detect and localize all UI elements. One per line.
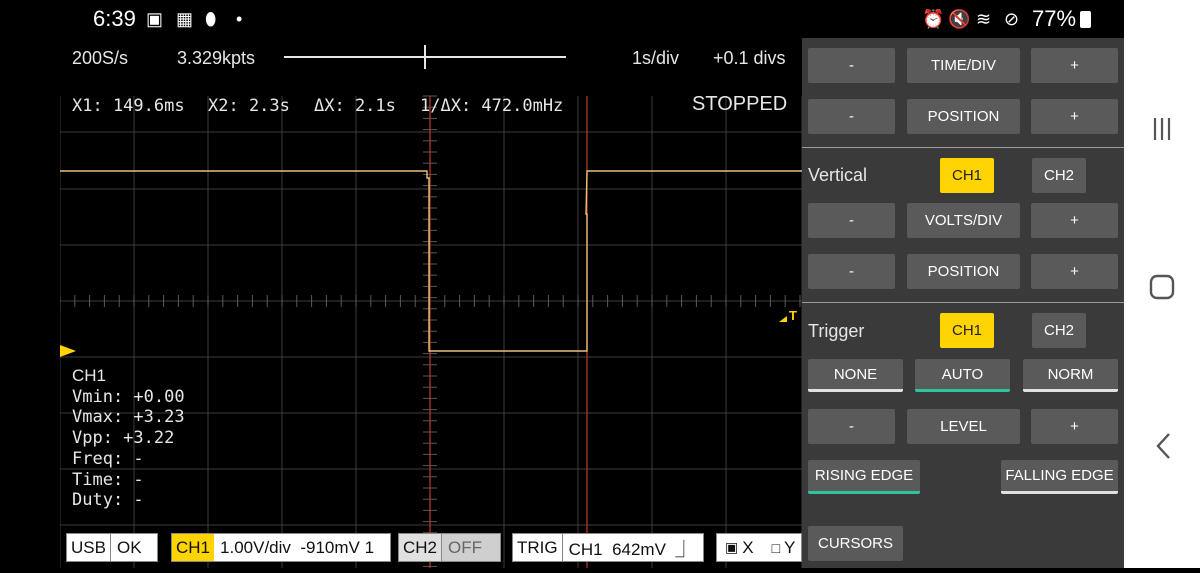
y-checkbox[interactable]: □ (772, 540, 780, 556)
dot-icon: • (236, 9, 243, 29)
trigger-mode-norm-button[interactable]: NORM (1023, 359, 1118, 392)
back-icon[interactable] (1156, 433, 1170, 459)
cursor-dx-readout: ΔX: 2.1s (314, 96, 396, 116)
h-position-button[interactable]: POSITION (907, 99, 1020, 134)
ch1-label: CH1 (172, 534, 215, 561)
y-label: Y (784, 537, 796, 557)
stylus-icon: ⬮ (205, 9, 217, 29)
position-readout: +0.1 divs (713, 48, 786, 68)
time-div-minus-button[interactable]: - (808, 48, 895, 83)
trigger-mode-auto-button[interactable]: AUTO (915, 359, 1010, 392)
calendar-icon: ▦ (176, 9, 194, 29)
trigger-marker-label: T (789, 308, 797, 323)
vpp-readout: Vpp: +3.22 (72, 428, 175, 449)
ch2-status[interactable]: CH2 OFF (398, 533, 501, 562)
divider (802, 302, 1124, 303)
freq-readout: Freq: - (72, 448, 144, 469)
divider (802, 147, 1124, 148)
status-bar: 6:39 ▣ ▦ ⬮ • ⏰ 🔇 ≋ ⊘ 77% (0, 0, 1124, 38)
time-div-readout: 1s/div (632, 48, 680, 68)
clock: 6:39 (93, 6, 136, 31)
ch1-status[interactable]: CH1 1.00V/div -910mV 1 (171, 533, 391, 562)
x-checkbox[interactable]: ▣ (725, 539, 738, 556)
battery-icon (1080, 11, 1091, 28)
time-readout: Time: - (72, 469, 144, 490)
ch2-value: OFF (448, 537, 483, 557)
recent-apps-icon[interactable] (1153, 118, 1171, 140)
vertical-ch1-button[interactable]: CH1 (940, 158, 994, 193)
trigger-arrow-icon (779, 316, 787, 322)
v-position-plus-button[interactable]: + (1031, 254, 1118, 289)
volts-div-minus-button[interactable]: - (808, 203, 895, 238)
level-button[interactable]: LEVEL (907, 409, 1020, 444)
scope-display[interactable]: 200S/s 3.329kpts 1s/div +0.1 divs X1: 14… (60, 38, 802, 568)
vmin-readout: Vmin: +0.00 (72, 386, 185, 407)
x-label: X (742, 537, 754, 557)
h-position-minus-button[interactable]: - (808, 99, 895, 134)
points-count: 3.329kpts (177, 48, 256, 68)
cursor-x2-readout: X2: 2.3s (208, 96, 290, 116)
trigger-ch1-button[interactable]: CH1 (940, 313, 994, 348)
usb-value: OK (116, 537, 142, 557)
control-panel: - TIME/DIV + - POSITION + Vertical CH1 C… (802, 38, 1124, 568)
mute-icon: 🔇 (948, 9, 971, 29)
run-state[interactable]: STOPPED (692, 93, 787, 116)
vmax-readout: Vmax: +3.23 (72, 407, 185, 428)
ch1-trace (60, 170, 802, 352)
time-div-button[interactable]: TIME/DIV (907, 48, 1020, 83)
rising-edge-button[interactable]: RISING EDGE (808, 460, 920, 494)
image-icon: ▣ (146, 9, 164, 29)
volts-div-button[interactable]: VOLTS/DIV (907, 203, 1020, 238)
ch2-label: CH2 (399, 534, 443, 561)
trig-label: TRIG (513, 534, 563, 561)
ch1-level-marker[interactable] (60, 345, 76, 357)
level-plus-button[interactable]: + (1031, 409, 1118, 444)
h-position-plus-button[interactable]: + (1031, 99, 1118, 134)
v-position-minus-button[interactable]: - (808, 254, 895, 289)
cursor-x1-readout: X1: 149.6ms (72, 96, 185, 116)
measurements-panel: CH1 Vmin: +0.00 Vmax: +3.23 Vpp: +3.22 F… (72, 366, 185, 511)
usb-label: USB (67, 534, 111, 561)
measurements-channel: CH1 (72, 366, 107, 385)
level-minus-button[interactable]: - (808, 409, 895, 444)
duty-readout: Duty: - (72, 490, 144, 511)
v-position-button[interactable]: POSITION (907, 254, 1020, 289)
volts-div-plus-button[interactable]: + (1031, 203, 1118, 238)
trigger-mode-none-button[interactable]: NONE (808, 359, 903, 392)
battery-percent: 77% (1032, 6, 1077, 31)
vertical-label: Vertical (808, 165, 868, 185)
vertical-ch2-button[interactable]: CH2 (1032, 158, 1086, 193)
home-icon[interactable] (1149, 274, 1175, 300)
wifi-icon: ≋ (976, 9, 992, 29)
trigger-status[interactable]: TRIG CH1 642mV ⏌ (512, 533, 704, 562)
falling-edge-button[interactable]: FALLING EDGE (1001, 460, 1118, 494)
sample-rate: 200S/s (72, 48, 129, 68)
time-div-plus-button[interactable]: + (1031, 48, 1118, 83)
navigation-bar (1124, 0, 1200, 568)
dnd-icon: ⊘ (1004, 9, 1020, 29)
xy-toggle[interactable]: ▣ X □ Y (716, 533, 802, 562)
cursor-inv-dx-readout: 1/ΔX: 472.0mHz (420, 96, 564, 116)
trigger-ch2-button[interactable]: CH2 (1032, 313, 1086, 348)
trig-value: CH1 642mV ⏌ (568, 540, 693, 559)
trigger-label: Trigger (808, 321, 865, 341)
alarm-icon: ⏰ (922, 9, 945, 29)
usb-status[interactable]: USB OK (66, 533, 158, 562)
ch1-value: 1.00V/div -910mV 1 (220, 537, 375, 557)
cursors-button[interactable]: CURSORS (808, 526, 903, 561)
